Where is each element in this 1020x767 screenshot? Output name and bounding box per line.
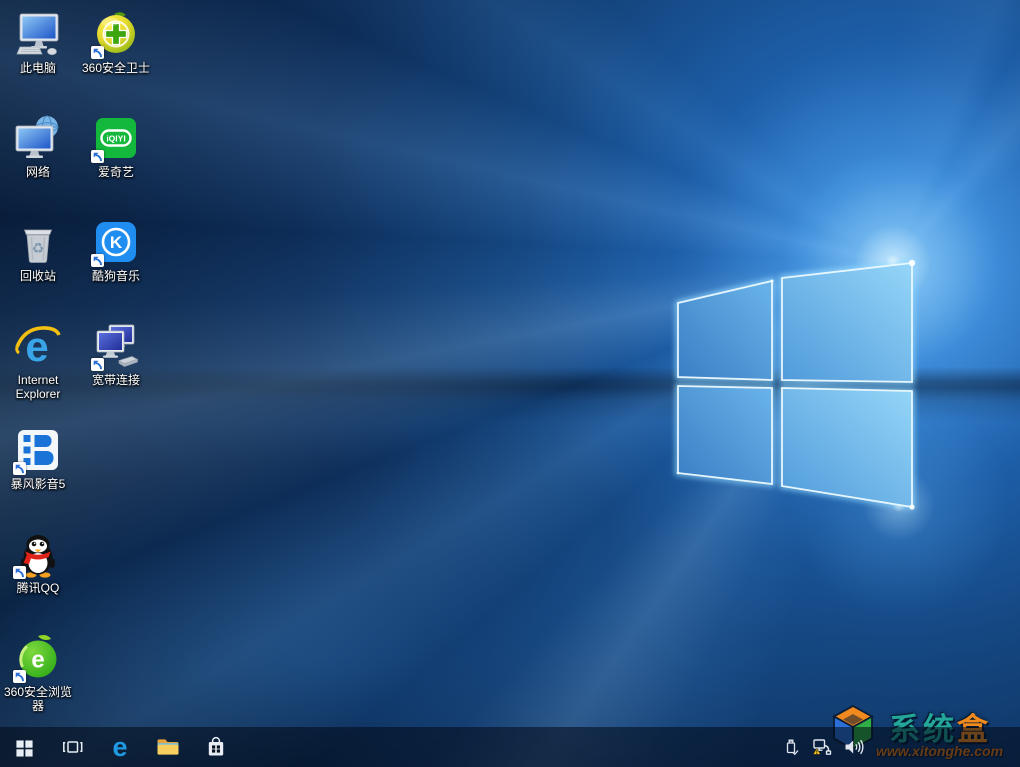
- kugou-music-icon: K: [91, 218, 140, 267]
- desktop-icon-this-pc[interactable]: 此电脑: [0, 10, 76, 75]
- desktop-icon-label: 酷狗音乐: [91, 269, 140, 283]
- task-view-icon: [62, 741, 82, 753]
- tray-network-button[interactable]: [808, 727, 834, 767]
- desktop-icon-label: 回收站: [19, 269, 56, 283]
- shortcut-arrow-icon: [91, 254, 104, 267]
- taskbar: e: [0, 727, 1020, 767]
- internet-explorer-icon: e: [14, 322, 62, 370]
- taskbar-buttons: e: [0, 727, 240, 767]
- 360-browser-logo-letter: e: [31, 647, 44, 674]
- 360-safety-guard-icon: [91, 10, 140, 59]
- desktop-icon-label: 暴风影音5: [10, 477, 66, 491]
- broadband-connection-icon: [91, 322, 140, 371]
- iqiyi-icon: iQIYI: [91, 114, 140, 163]
- edge-button[interactable]: e: [96, 727, 144, 767]
- desktop-icon-label: 爱奇艺: [97, 165, 134, 179]
- shortcut-arrow-icon: [13, 566, 26, 579]
- shortcut-arrow-icon: [91, 46, 104, 59]
- usb-device-icon: [786, 739, 798, 756]
- desktop-icon-label: Internet Explorer: [15, 373, 61, 402]
- file-explorer-button[interactable]: [144, 727, 192, 767]
- 360-safe-browser-icon: e: [13, 634, 62, 683]
- desktop-icon-broadband-connection[interactable]: 宽带连接: [78, 322, 154, 387]
- desktop-icon-label: 360安全卫士: [81, 61, 151, 75]
- windows-logo-icon: [15, 739, 33, 757]
- store-icon: [208, 736, 224, 756]
- iqiyi-logo-text: iQIYI: [106, 134, 125, 144]
- kugou-logo-letter: K: [110, 233, 123, 252]
- volume-icon: [845, 739, 864, 755]
- svg-text:♻: ♻: [32, 240, 45, 256]
- svg-text:e: e: [112, 734, 127, 760]
- store-button[interactable]: [192, 727, 240, 767]
- shortcut-arrow-icon: [13, 462, 26, 475]
- network-warning-icon: [812, 739, 832, 755]
- desktop-icon-label: 宽带连接: [91, 373, 140, 387]
- desktop-icon-iqiyi[interactable]: iQIYI 爱奇艺: [78, 114, 154, 179]
- tray-usb-button[interactable]: [778, 727, 804, 767]
- desktop-icon-internet-explorer[interactable]: e Internet Explorer: [0, 322, 76, 402]
- this-pc-icon: [14, 10, 62, 58]
- shortcut-arrow-icon: [91, 358, 104, 371]
- shortcut-arrow-icon: [91, 150, 104, 163]
- desktop-icon-label: 此电脑: [19, 61, 56, 75]
- desktop-icon-label: 腾讯QQ: [16, 581, 60, 595]
- edge-icon: e: [112, 734, 127, 760]
- recycle-bin-icon: ♻: [14, 218, 62, 266]
- desktop-icon-label: 网络: [25, 165, 50, 179]
- file-explorer-icon: [157, 739, 179, 755]
- desktop-icon-label: 360安全浏览器: [3, 685, 73, 714]
- desktop-icon-360-safety-guard[interactable]: 360安全卫士: [78, 10, 154, 75]
- desktop-icon-tencent-qq[interactable]: 腾讯QQ: [0, 530, 76, 595]
- desktop-icon-360-safe-browser[interactable]: e 360安全浏览器: [0, 634, 76, 714]
- tray-volume-button[interactable]: [840, 727, 866, 767]
- task-view-button[interactable]: [48, 727, 96, 767]
- windows-hero-logo: [675, 259, 916, 510]
- network-icon: [14, 114, 62, 162]
- baofeng-player-icon: [13, 426, 62, 475]
- desktop-icon-kugou-music[interactable]: K 酷狗音乐: [78, 218, 154, 283]
- shortcut-arrow-icon: [13, 670, 26, 683]
- tencent-qq-icon: [13, 530, 62, 579]
- start-button[interactable]: [0, 727, 48, 767]
- desktop-icon-network[interactable]: 网络: [0, 114, 76, 179]
- desktop-icon-baofeng-player[interactable]: 暴风影音5: [0, 426, 76, 491]
- desktop-icon-recycle-bin[interactable]: ♻ 回收站: [0, 218, 76, 283]
